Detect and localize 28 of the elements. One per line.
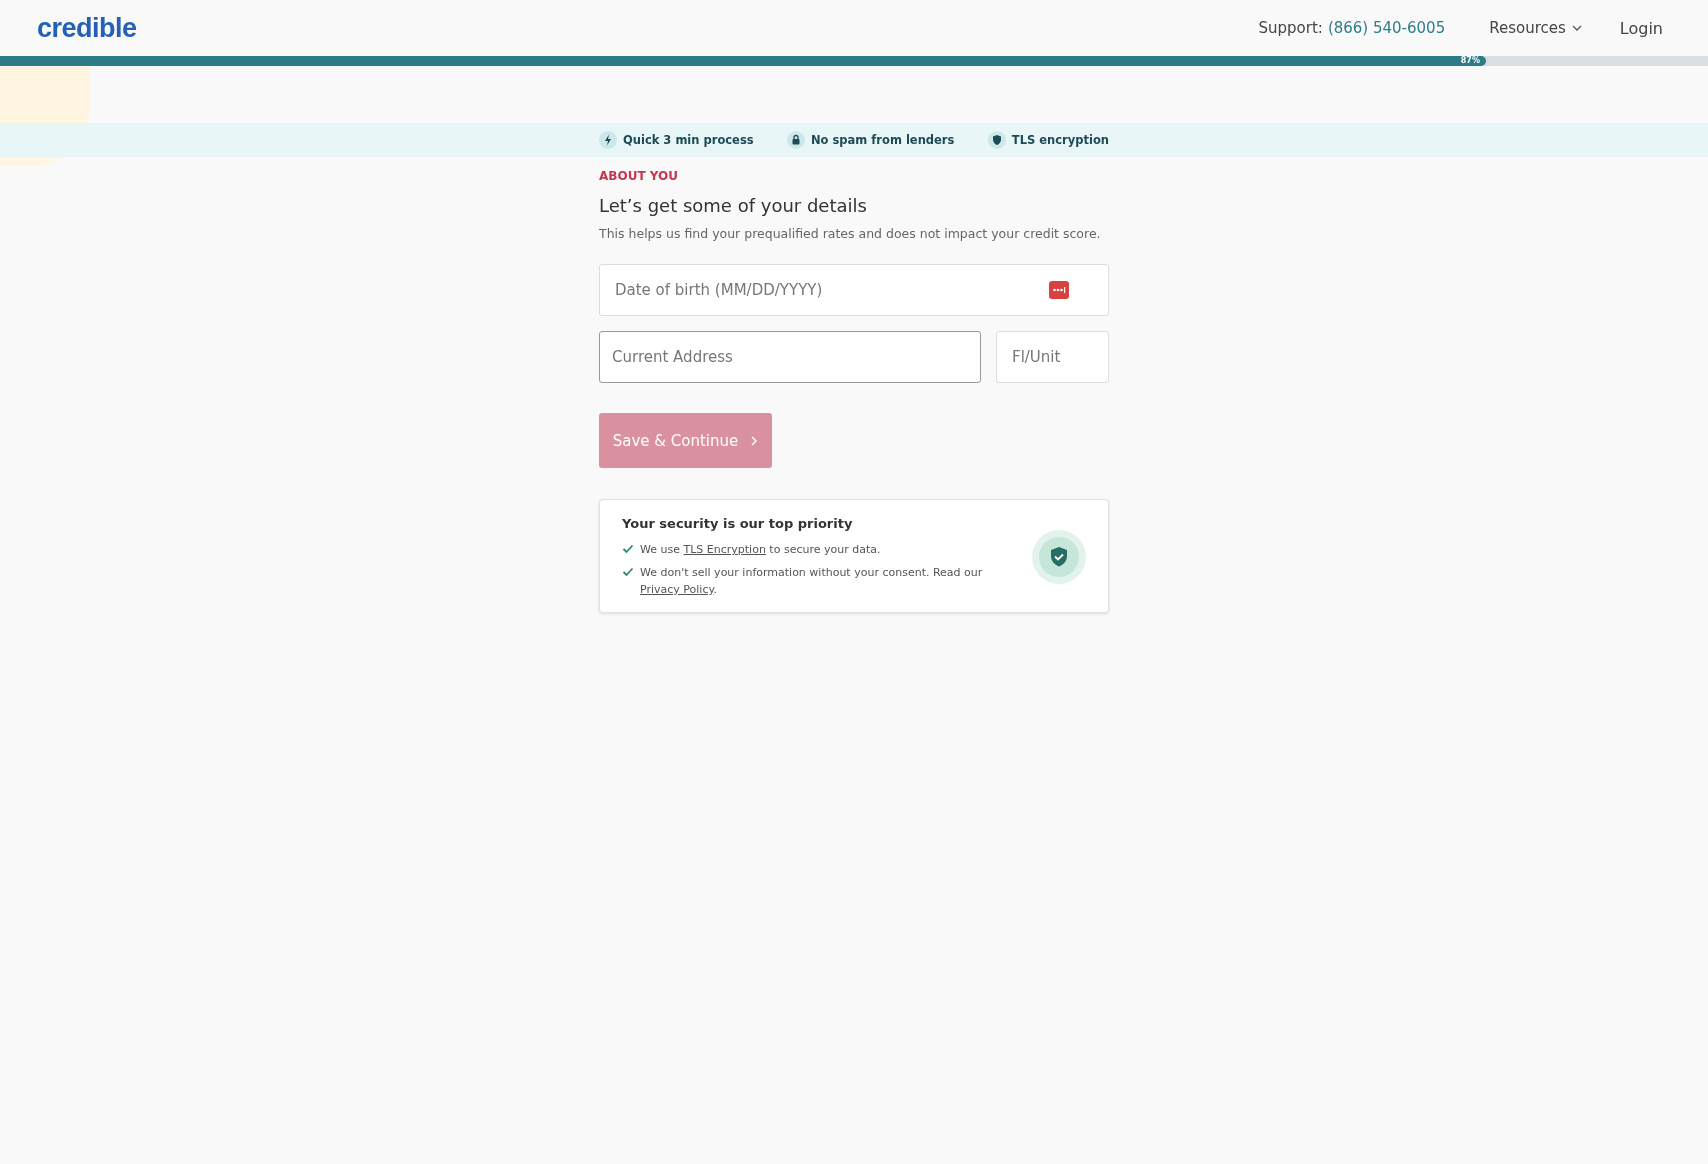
form-title: Let’s get some of your details xyxy=(599,195,868,216)
shield-icon xyxy=(987,131,1006,149)
shield-check-icon xyxy=(1032,530,1086,584)
lock-icon xyxy=(787,131,805,149)
address-field[interactable]: Current Address xyxy=(599,331,981,383)
dots-icon xyxy=(1049,281,1069,299)
security-text: We use TLS Encryption to secure your data. xyxy=(640,542,881,558)
date-of-birth-field[interactable]: Date of birth (MM/DD/YYYY) xyxy=(599,264,1109,316)
logo[interactable]: credible xyxy=(37,12,137,44)
policy-link[interactable]: TLS Encryption xyxy=(683,543,766,556)
form-subtitle: This helps us find your prequalified rates and does not impact your credit score. xyxy=(599,226,1102,241)
support-label: Support: xyxy=(1258,19,1323,37)
chevron-right-icon xyxy=(750,435,759,446)
progress-label: 87% xyxy=(1460,56,1480,66)
security-title: Your security is our top priority xyxy=(622,516,854,531)
trust-label: Quick 3 min process xyxy=(623,133,754,147)
trust-label: No spam from lenders xyxy=(811,133,955,147)
section-label: ABOUT YOU xyxy=(599,169,679,183)
support-phone-link[interactable]: (866) 540-6005 xyxy=(1327,19,1446,37)
lightning-icon xyxy=(599,131,617,149)
check-icon xyxy=(622,544,634,554)
resources-menu[interactable]: Resources xyxy=(1489,19,1582,37)
security-text: We don't sell your information without your consent. Read our Privacy Policy. xyxy=(640,565,984,598)
check-icon xyxy=(622,567,634,577)
chevron-down-icon xyxy=(1571,24,1582,32)
unit-field[interactable]: Fl/Unit xyxy=(996,331,1109,383)
trust-label: TLS encryption xyxy=(1011,133,1109,147)
login-link[interactable]: Login xyxy=(1619,18,1663,38)
